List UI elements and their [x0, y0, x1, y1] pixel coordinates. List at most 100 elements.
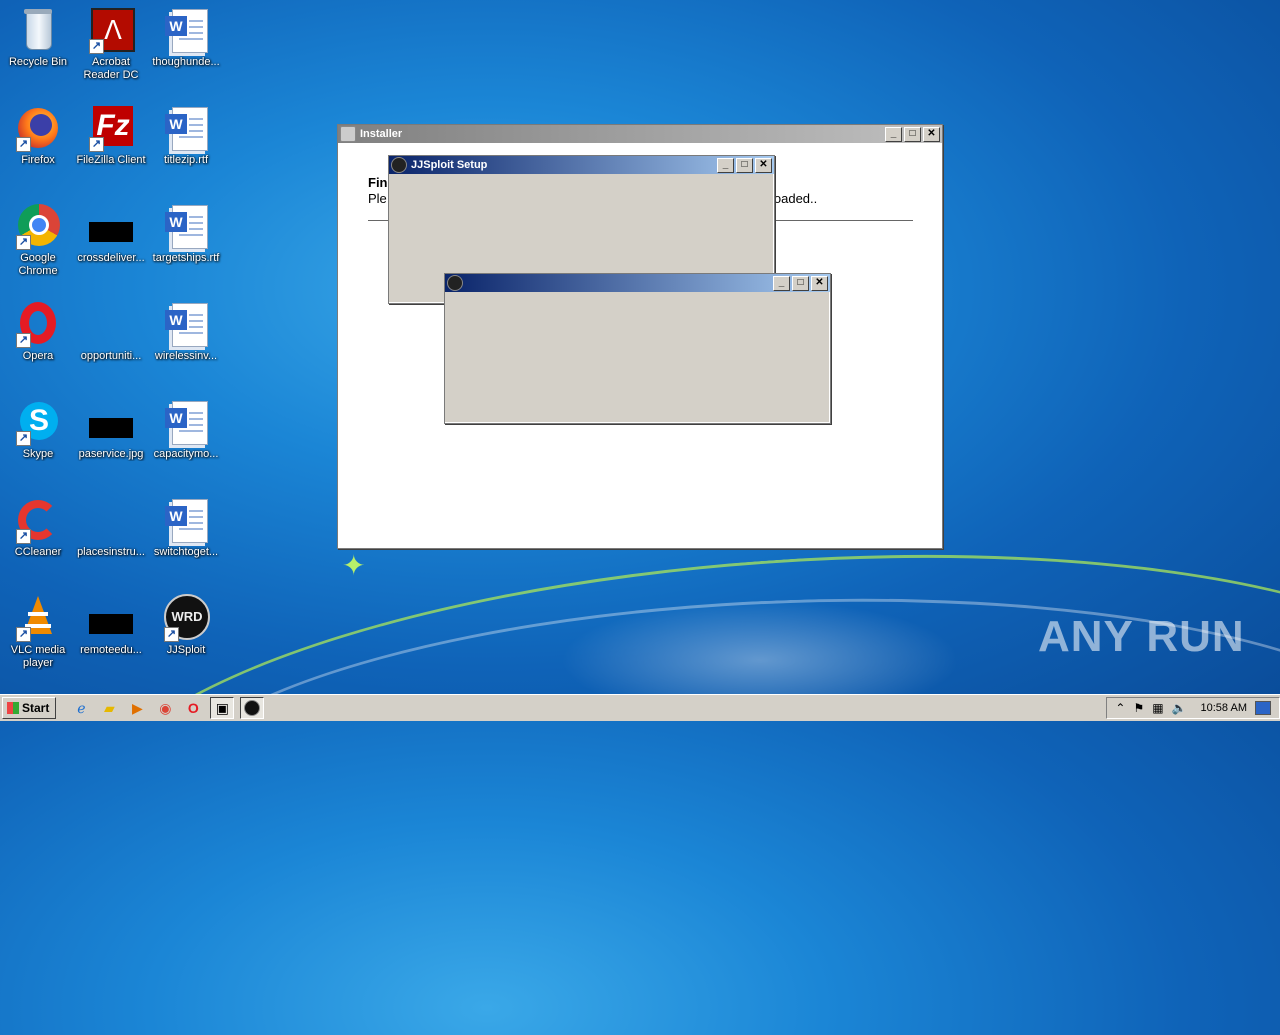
desktop-icon-filezilla[interactable]: Fz ↗ FileZilla Client — [73, 104, 149, 167]
start-button[interactable]: Start — [2, 697, 57, 719]
desktop-icon-wirelessinv[interactable]: W wirelessinv... — [148, 300, 224, 363]
file-thumbnail — [87, 496, 135, 544]
installer-taskbar-icon[interactable]: ▣ — [210, 697, 235, 719]
network-icon[interactable]: ▦ — [1152, 701, 1163, 715]
system-tray: ⌃ ⚑ ▦ 🔈 10:58 AM — [1106, 697, 1280, 719]
chrome-taskbar-icon[interactable]: ◉ — [154, 698, 176, 718]
desktop-icon-label: Firefox — [21, 154, 55, 166]
show-desktop-icon[interactable] — [1255, 701, 1271, 715]
close-button[interactable]: ✕ — [755, 157, 772, 173]
action-center-flag-icon[interactable]: ⚑ — [1133, 701, 1144, 715]
desktop-icon-firefox[interactable]: ↗ Firefox — [0, 104, 76, 167]
installer-title: Installer — [360, 128, 403, 140]
word-document-icon: W — [162, 202, 210, 250]
desktop-icon-label: switchtoget... — [153, 546, 219, 558]
desktop-icon-crossdeliver[interactable]: crossdeliver... — [73, 202, 149, 265]
close-button[interactable]: ✕ — [811, 275, 828, 291]
desktop-icon-label: FileZilla Client — [76, 154, 146, 166]
chrome-icon: ↗ — [14, 202, 62, 250]
jjsploit-taskbar-icon[interactable] — [240, 697, 265, 719]
file-thumbnail — [87, 202, 135, 250]
installer-text-suffix: loaded.. — [771, 191, 818, 206]
setup-titlebar[interactable]: JJSploit Setup _ □ ✕ — [389, 156, 774, 174]
desktop-icon-label: Google Chrome — [18, 252, 58, 277]
desktop-icon-label: VLC media player — [10, 644, 66, 669]
desktop-icon-titlezip[interactable]: W titlezip.rtf — [148, 104, 224, 167]
desktop-icon-switchtoget[interactable]: W switchtoget... — [148, 496, 224, 559]
maximize-button[interactable]: □ — [736, 157, 753, 173]
desktop-icon-label: paservice.jpg — [78, 448, 144, 460]
filezilla-icon: Fz ↗ — [87, 104, 135, 152]
word-document-icon: W — [162, 496, 210, 544]
firefox-icon: ↗ — [14, 104, 62, 152]
ccleaner-icon: ↗ — [14, 496, 62, 544]
installer-titlebar[interactable]: Installer _ □ ✕ — [338, 125, 942, 143]
clock[interactable]: 10:58 AM — [1201, 702, 1247, 714]
desktop-icon-thoughunde[interactable]: W thoughunde... — [148, 6, 224, 69]
word-document-icon: W — [162, 398, 210, 446]
desktop-icon-jjsploit[interactable]: WRD ↗ JJSploit — [148, 594, 224, 657]
internet-explorer-icon[interactable]: ℯ — [70, 698, 92, 718]
opera-icon: ↗ — [14, 300, 62, 348]
desktop-icon-label: placesinstru... — [77, 546, 145, 558]
desktop-icon-recycle-bin[interactable]: Recycle Bin — [0, 6, 76, 69]
folder-icon[interactable]: ▰ — [98, 698, 120, 718]
recycle-bin-icon — [14, 6, 62, 54]
desktop-icon-label: CCleaner — [14, 546, 62, 558]
opera-taskbar-icon[interactable]: O — [182, 698, 204, 718]
desktop-icon-skype[interactable]: S ↗ Skype — [0, 398, 76, 461]
media-player-icon[interactable]: ▶ — [126, 698, 148, 718]
word-document-icon: W — [162, 300, 210, 348]
skype-icon: S ↗ — [14, 398, 62, 446]
volume-icon[interactable]: 🔈 — [1172, 701, 1187, 715]
desktop-icon-label: wirelessinv... — [154, 350, 218, 362]
taskbar: Start ℯ ▰ ▶ ◉ O ▣ ⌃ ⚑ ▦ 🔈 10:58 AM — [0, 694, 1280, 721]
desktop-icon-targetships[interactable]: W targetships.rtf — [148, 202, 224, 265]
installer-heading: Fin — [368, 175, 388, 190]
wallpaper-leaf: ✦ — [342, 550, 366, 581]
jjsploit-app-icon — [391, 157, 407, 173]
vlc-cone-icon: ↗ — [14, 594, 62, 642]
show-hidden-icons-icon[interactable]: ⌃ — [1115, 701, 1125, 715]
minimize-button[interactable]: _ — [885, 126, 902, 142]
desktop-icon-label: capacitymo... — [153, 448, 219, 460]
anyrun-watermark: ANY RUN — [1038, 612, 1245, 661]
close-button[interactable]: ✕ — [923, 126, 940, 142]
desktop-icon-label: JJSploit — [166, 644, 206, 656]
installer-app-icon — [340, 126, 356, 142]
file-thumbnail — [87, 594, 135, 642]
desktop-icon-label: Skype — [22, 448, 54, 460]
windows-logo-icon — [7, 702, 19, 714]
desktop-icon-ccleaner[interactable]: ↗ CCleaner — [0, 496, 76, 559]
desktop-icon-label: Acrobat Reader DC — [83, 56, 139, 81]
desktop-icon-label: Recycle Bin — [8, 56, 68, 68]
desktop-icon-opera[interactable]: ↗ Opera — [0, 300, 76, 363]
blank-window[interactable]: _ □ ✕ — [444, 273, 831, 424]
file-thumbnail — [87, 300, 135, 348]
word-document-icon: W — [162, 6, 210, 54]
desktop-icon-capacitymo[interactable]: W capacitymo... — [148, 398, 224, 461]
desktop-icon-label: targetships.rtf — [152, 252, 220, 264]
desktop-icon-label: crossdeliver... — [77, 252, 145, 264]
desktop-icon-paservice[interactable]: paservice.jpg — [73, 398, 149, 461]
desktop-icon-remoteedu[interactable]: remoteedu... — [73, 594, 149, 657]
maximize-button[interactable]: □ — [792, 275, 809, 291]
installer-text-prefix: Ple — [368, 191, 387, 206]
desktop-icon-label: remoteedu... — [80, 644, 142, 656]
blank-titlebar[interactable]: _ □ ✕ — [445, 274, 830, 292]
jjsploit-icon: WRD ↗ — [162, 594, 210, 642]
maximize-button[interactable]: □ — [904, 126, 921, 142]
acrobat-icon: ᐱ ↗ — [87, 6, 135, 54]
minimize-button[interactable]: _ — [717, 157, 734, 173]
jjsploit-app-icon — [447, 275, 463, 291]
desktop-icon-opportuniti[interactable]: opportuniti... — [73, 300, 149, 363]
desktop-icon-acrobat[interactable]: ᐱ ↗ Acrobat Reader DC — [73, 6, 149, 82]
desktop-icon-label: Opera — [22, 350, 54, 362]
desktop-icon-placesinstru[interactable]: placesinstru... — [73, 496, 149, 559]
minimize-button[interactable]: _ — [773, 275, 790, 291]
setup-title: JJSploit Setup — [411, 159, 488, 171]
desktop-icon-vlc[interactable]: ↗ VLC media player — [0, 594, 76, 670]
desktop-icon-google-chrome[interactable]: ↗ Google Chrome — [0, 202, 76, 278]
desktop-icon-label: titlezip.rtf — [163, 154, 208, 166]
desktop-icon-label: opportuniti... — [80, 350, 142, 362]
